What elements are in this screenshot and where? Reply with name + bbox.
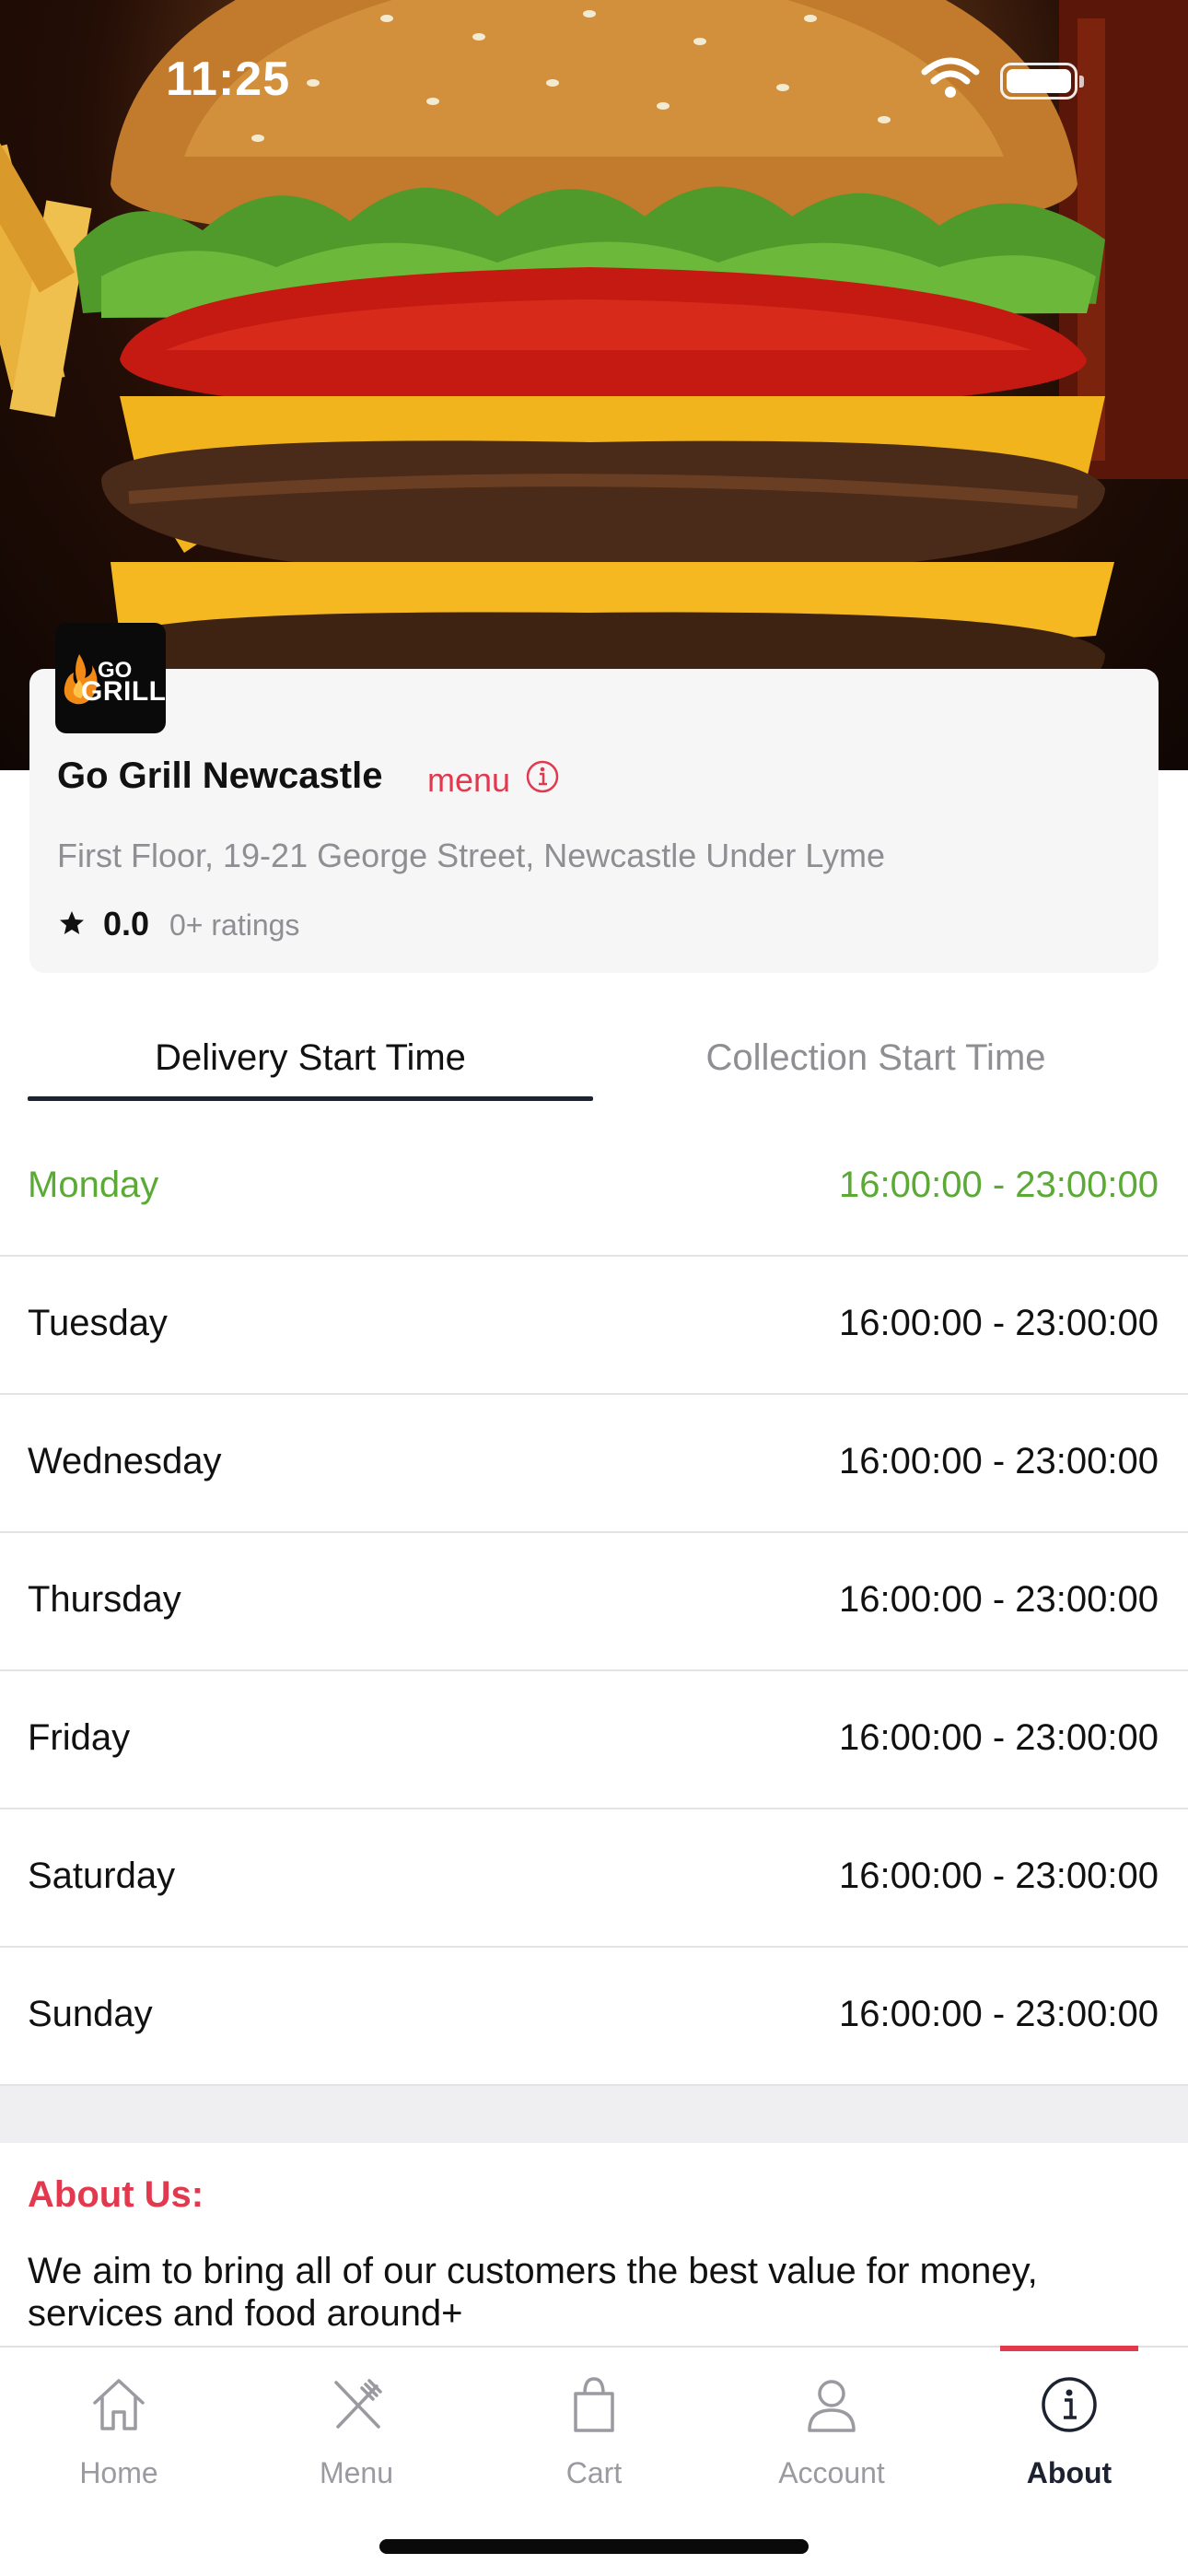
- tab-collection-start-time[interactable]: Collection Start Time: [593, 1037, 1159, 1104]
- burger-image: [0, 0, 1188, 770]
- hours-time: 16:00:00 - 23:00:00: [839, 1856, 1159, 1896]
- hours-time: 16:00:00 - 23:00:00: [839, 1441, 1159, 1481]
- about-text: We aim to bring all of our customers the…: [28, 2251, 1038, 2334]
- hours-day: Friday: [28, 1717, 131, 1758]
- wifi-icon: [921, 57, 980, 98]
- home-indicator[interactable]: [379, 2539, 809, 2554]
- hours-day: Thursday: [28, 1579, 181, 1620]
- nav-active-indicator: [1000, 2346, 1138, 2351]
- rating-value: 0.0: [103, 905, 150, 943]
- nav-label-home: Home: [79, 2456, 158, 2489]
- status-time: 11:25: [166, 53, 291, 106]
- hours-row-sunday: Sunday 16:00:00 - 23:00:00: [0, 1948, 1188, 2086]
- battery-level: [1007, 69, 1071, 93]
- hours-time: 16:00:00 - 23:00:00: [839, 1994, 1159, 2034]
- star-icon: [60, 911, 84, 934]
- nav-cart[interactable]: Cart: [475, 2348, 713, 2513]
- hours-row-saturday: Saturday 16:00:00 - 23:00:00: [0, 1809, 1188, 1948]
- nav-label-about: About: [1026, 2456, 1112, 2489]
- nav-home[interactable]: Home: [0, 2348, 238, 2513]
- hours-day: Saturday: [28, 1856, 176, 1896]
- hours-day: Wednesday: [28, 1441, 222, 1481]
- nav-label-account: Account: [778, 2456, 885, 2489]
- info-icon[interactable]: [525, 759, 560, 794]
- restaurant-logo: GO GRILL: [55, 623, 166, 733]
- hours-row-thursday: Thursday 16:00:00 - 23:00:00: [0, 1533, 1188, 1671]
- battery-icon: [1000, 63, 1084, 100]
- hours-time: 16:00:00 - 23:00:00: [839, 1579, 1159, 1620]
- hours-row-friday: Friday 16:00:00 - 23:00:00: [0, 1671, 1188, 1809]
- nav-label-cart: Cart: [565, 2456, 623, 2489]
- tab-delivery-start-time[interactable]: Delivery Start Time: [28, 1037, 593, 1104]
- battery-cap: [1079, 76, 1084, 88]
- hours-row-wednesday: Wednesday 16:00:00 - 23:00:00: [0, 1395, 1188, 1533]
- nav-about[interactable]: About: [950, 2348, 1188, 2513]
- nav-label-menu: Menu: [319, 2456, 394, 2489]
- rating-count: 0+ ratings: [169, 908, 300, 942]
- hours-row-monday: Monday 16:00:00 - 23:00:00: [0, 1118, 1188, 1257]
- nav-menu[interactable]: Menu: [238, 2348, 475, 2513]
- logo-text-grill: GRILL: [81, 676, 166, 707]
- hero-image: [0, 0, 1188, 770]
- hours-time: 16:00:00 - 23:00:00: [839, 1165, 1159, 1205]
- hours-time: 16:00:00 - 23:00:00: [839, 1303, 1159, 1343]
- nav-account[interactable]: Account: [713, 2348, 950, 2513]
- person-icon: [808, 2380, 856, 2432]
- about-heading: About Us:: [28, 2174, 204, 2215]
- shopping-bag-icon: [574, 2377, 614, 2432]
- restaurant-name: Go Grill Newcastle: [57, 755, 383, 796]
- home-icon: [93, 2379, 145, 2430]
- hours-day: Sunday: [28, 1994, 153, 2034]
- hours-day: Monday: [28, 1165, 159, 1205]
- fork-knife-icon: [334, 2379, 382, 2429]
- hours-time: 16:00:00 - 23:00:00: [839, 1717, 1159, 1758]
- hours-day: Tuesday: [28, 1303, 168, 1343]
- menu-link[interactable]: menu: [427, 761, 510, 800]
- hours-row-tuesday: Tuesday 16:00:00 - 23:00:00: [0, 1257, 1188, 1395]
- restaurant-address: First Floor, 19-21 George Street, Newcas…: [57, 837, 886, 874]
- active-tab-indicator: [28, 1096, 593, 1101]
- info-icon: [1042, 2377, 1097, 2432]
- section-divider: [0, 2086, 1188, 2143]
